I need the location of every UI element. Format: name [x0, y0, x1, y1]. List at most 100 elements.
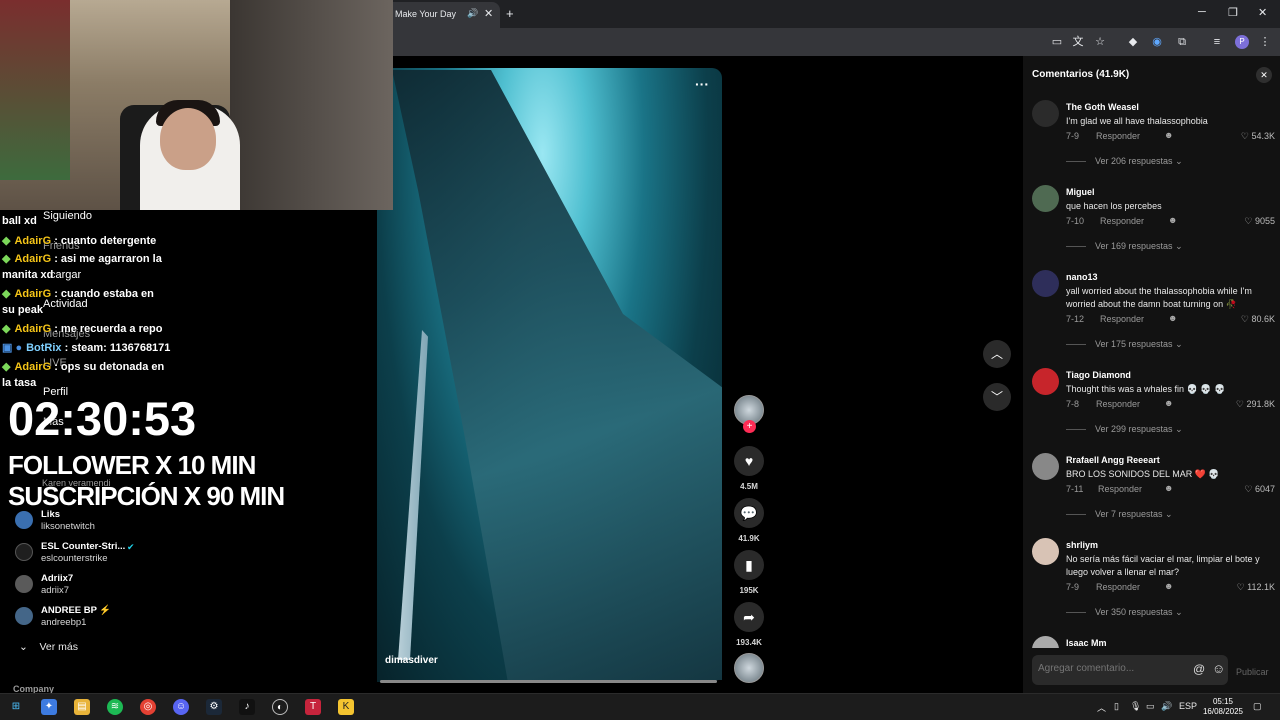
comment-likes[interactable]: ♡ 80.6K: [1215, 314, 1275, 325]
view-replies[interactable]: Ver 299 respuestas ⌄: [1066, 424, 1183, 435]
view-replies[interactable]: Ver 206 respuestas ⌄: [1066, 156, 1183, 167]
video-more-icon[interactable]: ···: [695, 76, 709, 92]
comment-input[interactable]: [1038, 663, 1178, 674]
avatar[interactable]: [1032, 100, 1059, 127]
see-more-button[interactable]: ⌄ Ver más: [19, 641, 78, 653]
new-tab-button[interactable]: +: [506, 6, 514, 21]
comment-likes[interactable]: ♡ 112.1K: [1215, 582, 1275, 593]
speaker-icon[interactable]: 🔊: [467, 8, 478, 19]
emoji-icon[interactable]: ☺: [1212, 661, 1225, 676]
suggested-account[interactable]: ANDREE BP ⚡ andreebp1: [15, 605, 215, 633]
reading-list-icon[interactable]: ≡: [1210, 35, 1224, 49]
heart-icon[interactable]: ♥: [734, 446, 764, 476]
comment-icon[interactable]: 💬: [734, 498, 764, 528]
extensions-puzzle-icon[interactable]: ⧉: [1175, 35, 1189, 49]
mention-icon[interactable]: @: [1193, 662, 1205, 676]
volume-icon[interactable]: 🔊: [1161, 701, 1172, 712]
next-video-button[interactable]: ﹀: [983, 383, 1011, 411]
reply-button[interactable]: Responder: [1098, 484, 1142, 494]
notifications-icon[interactable]: ▢: [1253, 701, 1262, 712]
obs-icon[interactable]: ◐: [272, 699, 288, 715]
comment-likes[interactable]: ♡ 6047: [1215, 484, 1275, 495]
browser-menu-icon[interactable]: ⋮: [1258, 35, 1272, 49]
tray-chevron-icon[interactable]: ︿: [1097, 701, 1106, 714]
share-icon[interactable]: ➦: [734, 602, 764, 632]
audio-extension-icon[interactable]: ◉: [1150, 35, 1164, 49]
windows-start-icon[interactable]: ⊞: [8, 699, 24, 715]
share-action[interactable]: ➦ 193.4K: [733, 602, 765, 647]
suggested-account[interactable]: Adriix7 adriix7: [15, 573, 215, 601]
music-disc-icon[interactable]: [734, 653, 764, 683]
music-disc-action[interactable]: [733, 653, 765, 683]
tray-usb-icon[interactable]: ▯: [1114, 701, 1119, 712]
comment-action[interactable]: 💬 41.9K: [733, 498, 765, 543]
tiktok-icon[interactable]: ♪: [239, 699, 255, 715]
browser-tab[interactable]: Make Your Day 🔊 ✕: [384, 2, 500, 28]
avatar[interactable]: [1032, 453, 1059, 480]
comment-user[interactable]: Miguel: [1066, 187, 1095, 197]
bookmark-icon[interactable]: ▮: [734, 550, 764, 580]
microphone-icon[interactable]: 🎙: [1130, 701, 1141, 712]
view-replies[interactable]: Ver 7 respuestas ⌄: [1066, 509, 1173, 520]
comment-likes[interactable]: ♡ 54.3K: [1215, 131, 1275, 142]
video-author[interactable]: dimasdiver: [385, 655, 438, 666]
tab-close-icon[interactable]: ✕: [484, 7, 493, 20]
avatar[interactable]: [1032, 538, 1059, 565]
comment-user[interactable]: shrliym: [1066, 540, 1098, 550]
file-explorer-icon[interactable]: ▤: [74, 699, 90, 715]
copilot-icon[interactable]: ✦: [41, 699, 57, 715]
avatar[interactable]: [1032, 185, 1059, 212]
reaction-icon[interactable]: ☻: [1164, 130, 1173, 140]
reply-button[interactable]: Responder: [1096, 131, 1140, 141]
minimize-button[interactable]: ─: [1198, 6, 1206, 18]
system-clock[interactable]: 05:15 16/08/2025: [1200, 697, 1246, 717]
view-replies[interactable]: Ver 169 respuestas ⌄: [1066, 241, 1183, 252]
profile-avatar[interactable]: P: [1235, 35, 1249, 49]
comment-user[interactable]: nano13: [1066, 272, 1098, 282]
avatar[interactable]: [1032, 368, 1059, 395]
close-comments-button[interactable]: ✕: [1256, 67, 1272, 83]
reaction-icon[interactable]: ☻: [1164, 398, 1173, 408]
comment-user[interactable]: Tiago Diamond: [1066, 370, 1131, 380]
follow-button[interactable]: +: [743, 420, 756, 433]
reply-button[interactable]: Responder: [1096, 582, 1140, 592]
previous-video-button[interactable]: ︿: [983, 340, 1011, 368]
restore-button[interactable]: ❐: [1228, 6, 1238, 19]
suggested-account[interactable]: ESL Counter-Stri... ✔ eslcounterstrike: [15, 541, 215, 569]
bookmark-star-icon[interactable]: ☆: [1093, 35, 1107, 49]
reply-button[interactable]: Responder: [1096, 399, 1140, 409]
avatar[interactable]: [1032, 270, 1059, 297]
reaction-icon[interactable]: ☻: [1164, 483, 1173, 493]
comment-input-box[interactable]: @ ☺: [1032, 655, 1228, 685]
reply-button[interactable]: Responder: [1100, 314, 1144, 324]
view-replies[interactable]: Ver 175 respuestas ⌄: [1066, 339, 1183, 350]
app-tf-icon[interactable]: T: [305, 699, 321, 715]
video-progress-bar[interactable]: [380, 680, 717, 683]
view-replies[interactable]: Ver 350 respuestas ⌄: [1066, 607, 1183, 618]
network-icon[interactable]: ▭: [1146, 701, 1155, 712]
publish-button[interactable]: Publicar: [1236, 667, 1269, 677]
cast-icon[interactable]: ▭: [1050, 35, 1064, 49]
reaction-icon[interactable]: ☻: [1168, 313, 1177, 323]
reaction-icon[interactable]: ☻: [1168, 215, 1177, 225]
reply-button[interactable]: Responder: [1100, 216, 1144, 226]
chrome-icon[interactable]: ◎: [140, 699, 156, 715]
comment-user[interactable]: The Goth Weasel: [1066, 102, 1139, 112]
spotify-icon[interactable]: ≋: [107, 699, 123, 715]
save-action[interactable]: ▮ 195K: [733, 550, 765, 595]
avatar[interactable]: [1032, 636, 1059, 648]
comment-user[interactable]: Isaac Mm: [1066, 638, 1107, 648]
like-action[interactable]: ♥ 4.5M: [733, 446, 765, 491]
steam-icon[interactable]: ⚙: [206, 699, 222, 715]
comment-likes[interactable]: ♡ 291.8K: [1215, 399, 1275, 410]
comment-likes[interactable]: ♡ 9055: [1215, 216, 1275, 227]
comment-user[interactable]: Rrafaell Angg Reeeart: [1066, 455, 1160, 465]
reaction-icon[interactable]: ☻: [1164, 581, 1173, 591]
discord-icon[interactable]: ☺: [173, 699, 189, 715]
translate-icon[interactable]: 文: [1071, 35, 1085, 49]
suggested-account[interactable]: Liks liksonetwitch: [15, 509, 215, 537]
language-indicator[interactable]: ESP: [1179, 701, 1197, 711]
app-k-icon[interactable]: K: [338, 699, 354, 715]
window-close-button[interactable]: ✕: [1258, 6, 1267, 19]
extension-diamond-icon[interactable]: ◆: [1126, 35, 1140, 49]
